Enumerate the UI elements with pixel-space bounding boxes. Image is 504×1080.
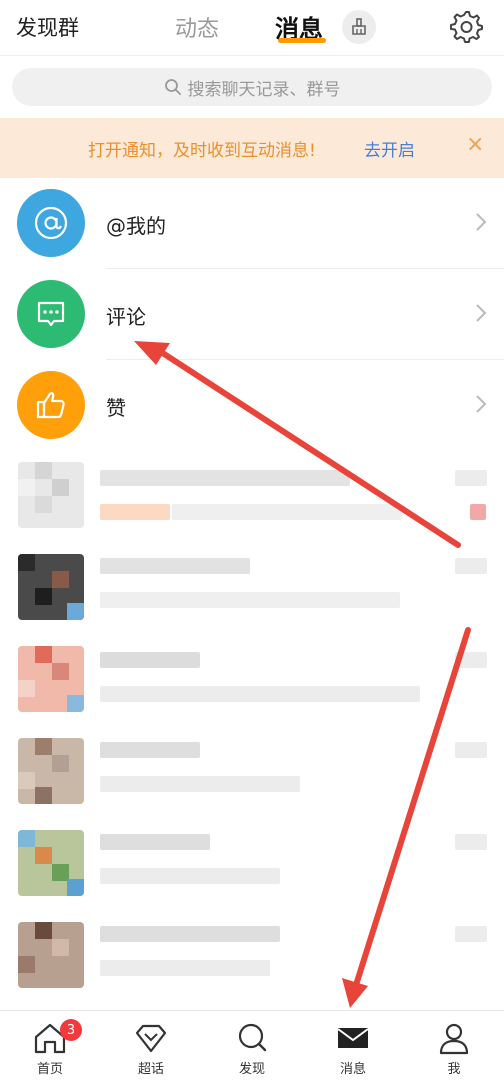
blurred-preview: [100, 686, 420, 702]
blurred-preview: [100, 868, 280, 884]
blurred-time: [455, 742, 487, 758]
chevron-right-icon: [476, 213, 487, 231]
settings-gear-icon[interactable]: [448, 8, 484, 44]
conversation-row[interactable]: [0, 636, 504, 728]
tab-label: 我: [447, 1062, 461, 1077]
home-badge: 3: [60, 1019, 82, 1041]
blurred-name: [100, 742, 200, 758]
conversation-row[interactable]: [0, 544, 504, 636]
conversation-row[interactable]: [0, 452, 504, 544]
blurred-preview: [172, 504, 402, 520]
tab-label: 首页: [36, 1062, 63, 1077]
tab-me[interactable]: 我: [404, 1011, 504, 1080]
blurred-name: [100, 926, 280, 942]
tab-dynamic[interactable]: 动态: [175, 11, 219, 43]
blurred-preview: [100, 960, 270, 976]
tab-discover[interactable]: 发现: [202, 1011, 302, 1080]
search-icon: [164, 79, 181, 95]
person-icon: [439, 1023, 469, 1055]
search-placeholder: 搜索聊天记录、群号: [187, 79, 341, 100]
blurred-name: [100, 652, 200, 668]
tab-messages[interactable]: 消息: [303, 1011, 403, 1080]
blurred-name: [100, 470, 350, 486]
active-tab-indicator: [278, 38, 326, 43]
category-at-me[interactable]: @我的: [0, 178, 504, 269]
blurred-preview: [100, 592, 400, 608]
avatar: [18, 462, 84, 528]
search-bar[interactable]: 搜索聊天记录、群号: [12, 68, 492, 106]
category-label: @我的: [106, 214, 166, 238]
clean-unread-button[interactable]: [342, 10, 376, 44]
chevron-right-icon: [476, 395, 487, 413]
broom-icon: [352, 18, 366, 35]
tab-label: 超话: [137, 1062, 164, 1077]
category-comments[interactable]: 评论: [0, 269, 504, 360]
at-icon: [17, 189, 85, 257]
top-header: 发现群 动态 消息: [0, 0, 504, 56]
blurred-name: [100, 834, 210, 850]
blurred-time: [455, 652, 487, 668]
blurred-time: [455, 926, 487, 942]
avatar: [18, 922, 84, 988]
blurred-preview: [100, 504, 170, 520]
enable-notification-link[interactable]: 去开启: [364, 136, 415, 161]
notification-text: 打开通知，及时收到互动消息!: [88, 141, 316, 161]
bottom-tab-bar: 3 首页 超话 发现 消息 我: [0, 1010, 504, 1080]
blurred-badge: [470, 504, 486, 520]
blurred-name: [100, 558, 250, 574]
avatar: [18, 554, 84, 620]
chevron-right-icon: [476, 304, 487, 322]
blurred-time: [455, 470, 487, 486]
thumbs-up-icon: [17, 371, 85, 439]
category-likes[interactable]: 赞: [0, 360, 504, 451]
comment-icon: [17, 280, 85, 348]
notification-banner: 打开通知，及时收到互动消息! 去开启 ×: [0, 118, 504, 178]
search-icon: [238, 1023, 267, 1052]
blurred-preview: [100, 776, 300, 792]
avatar: [18, 738, 84, 804]
tab-label: 发现: [238, 1062, 265, 1077]
close-banner-button[interactable]: ×: [466, 132, 484, 157]
blurred-time: [455, 558, 487, 574]
discover-group-link[interactable]: 发现群: [16, 12, 79, 42]
category-label: 赞: [106, 396, 126, 420]
envelope-icon: [337, 1028, 369, 1048]
conversation-row[interactable]: [0, 820, 504, 912]
conversation-row[interactable]: [0, 728, 504, 820]
category-label: 评论: [106, 305, 146, 329]
conversation-row[interactable]: [0, 912, 504, 1004]
avatar: [18, 646, 84, 712]
avatar: [18, 830, 84, 896]
blurred-time: [455, 834, 487, 850]
tab-topics[interactable]: 超话: [101, 1011, 201, 1080]
tab-label: 消息: [339, 1062, 366, 1077]
diamond-icon: [135, 1024, 167, 1053]
tab-home[interactable]: 3 首页: [0, 1011, 100, 1080]
